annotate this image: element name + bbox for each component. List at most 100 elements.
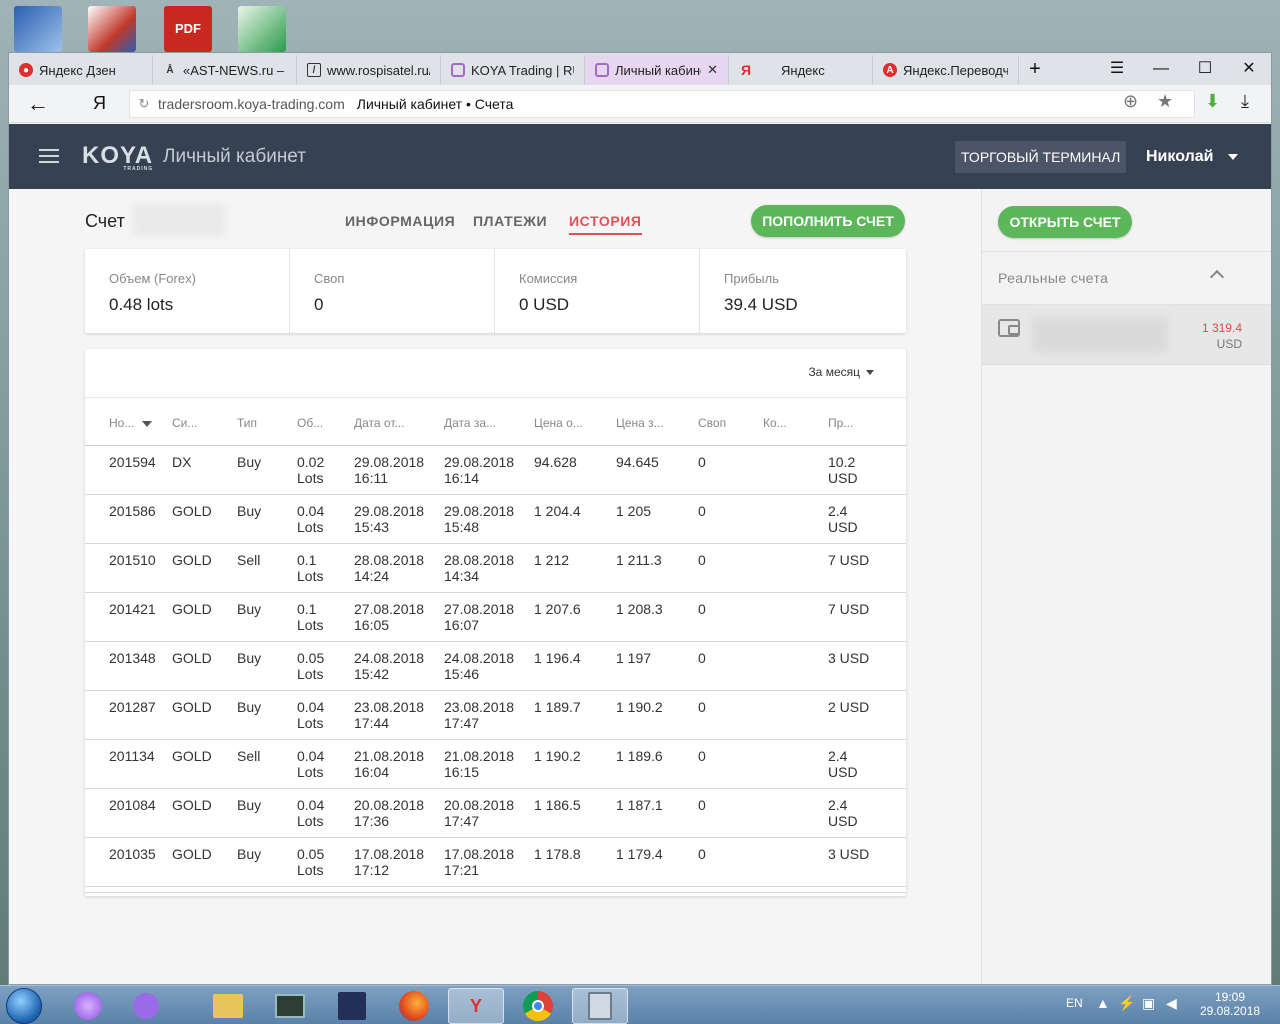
network-icon[interactable]: ▣ xyxy=(1142,995,1155,1012)
word-doc-icon[interactable] xyxy=(14,6,62,52)
account-list-item[interactable]: 1 319.4 USD xyxy=(982,305,1271,365)
tab-information[interactable]: ИНФОРМАЦИЯ xyxy=(345,213,455,229)
tab-cabinet[interactable]: Личный кабине ✕ xyxy=(585,55,729,85)
real-accounts-header[interactable]: Реальные счета xyxy=(982,251,1271,305)
table-cell: 2 USD xyxy=(828,699,869,715)
table-row[interactable]: 201421 GOLD Buy 0.1 Lots 27.08.2018 16:05 27.08… xyxy=(85,593,906,642)
column-header[interactable]: Своп xyxy=(698,416,726,430)
table-row[interactable]: 201287 GOLD Buy 0.04 Lots 23.08.2018 17:44 23.0… xyxy=(85,691,906,740)
clock[interactable]: 19:09 29.08.2018 xyxy=(1200,990,1260,1018)
open-account-button[interactable]: ОТКРЫТЬ СЧЕТ xyxy=(998,206,1132,238)
deposit-button[interactable]: ПОПОЛНИТЬ СЧЕТ xyxy=(751,205,905,237)
table-cell: Buy xyxy=(237,503,261,519)
tab-koya-trading[interactable]: KOYA Trading | RU xyxy=(441,55,585,85)
table-cell: GOLD xyxy=(172,503,212,519)
cell-line: 27.08.2018 xyxy=(444,601,515,617)
app-icon[interactable] xyxy=(88,6,136,52)
shortcut-icon[interactable] xyxy=(238,6,286,52)
start-button[interactable] xyxy=(6,988,42,1024)
tab-yandex-zen[interactable]: ● Яндекс Дзен xyxy=(9,55,153,85)
koya-logo[interactable]: KOYA TRADING xyxy=(82,142,153,172)
cell-line: 17.08.2018 xyxy=(444,846,515,862)
explorer-icon[interactable] xyxy=(200,988,256,1024)
chrome-icon[interactable] xyxy=(510,988,566,1024)
cell-line: 0.1 xyxy=(297,601,317,617)
reload-icon[interactable]: ↻ xyxy=(130,96,158,112)
tab-yandex[interactable]: Я Яндекс xyxy=(729,55,873,85)
table-footer xyxy=(85,892,906,896)
column-header[interactable]: Об... xyxy=(297,416,323,430)
url-field[interactable]: ↻ tradersroom.koya-trading.com Личный ка… xyxy=(129,90,1195,118)
cell-line: 0 xyxy=(698,650,706,666)
download-manager-icon[interactable]: ⬇ xyxy=(1205,91,1220,112)
new-tab-button[interactable]: + xyxy=(1015,57,1055,81)
close-window-icon[interactable]: ✕ xyxy=(1229,57,1269,81)
period-select[interactable]: За месяц xyxy=(808,365,874,379)
chevron-up-icon[interactable] xyxy=(1209,269,1225,285)
table-row[interactable]: 201594 DX Buy 0.02 Lots 29.08.2018 16:11 29.08.… xyxy=(85,446,906,495)
protect-icon[interactable]: ⊕ xyxy=(1123,91,1138,112)
tab-history[interactable]: ИСТОРИЯ xyxy=(569,213,642,235)
tray-expand-icon[interactable]: ▲ xyxy=(1096,995,1110,1011)
close-tab-icon[interactable]: ✕ xyxy=(707,62,718,78)
tab-payments[interactable]: ПЛАТЕЖИ xyxy=(473,213,547,229)
cell-line: DX xyxy=(172,454,192,470)
cell-line: Buy xyxy=(237,699,262,715)
language-indicator[interactable]: EN xyxy=(1066,996,1083,1010)
column-header[interactable]: Но... xyxy=(109,416,153,430)
stat-value: 0.48 lots xyxy=(109,295,174,314)
downloads-icon[interactable]: ⤓ xyxy=(1241,91,1249,112)
column-header[interactable]: Цена о... xyxy=(534,416,583,430)
mic-icon[interactable] xyxy=(118,988,174,1024)
pdf-icon[interactable]: PDF xyxy=(164,6,212,52)
main-content: Счет ИНФОРМАЦИЯ ПЛАТЕЖИ ИСТОРИЯ ПОПОЛНИТ… xyxy=(9,189,981,984)
hamburger-menu-icon[interactable] xyxy=(39,149,59,163)
cell-line: 1 189.7 xyxy=(534,699,581,715)
yandex-home-button[interactable]: Я xyxy=(93,93,106,114)
tab-label: Яндекс.Переводч xyxy=(903,62,1008,78)
user-menu[interactable]: Николай xyxy=(1146,148,1238,166)
column-header[interactable]: Дата за... xyxy=(444,416,496,430)
terminal-icon[interactable] xyxy=(262,988,318,1024)
floppy-icon[interactable] xyxy=(324,988,380,1024)
table-row[interactable]: 201134 GOLD Sell 0.04 Lots 21.08.2018 16:04 21.… xyxy=(85,740,906,789)
tab-rospisatel[interactable]: / www.rospisatel.ru/ xyxy=(297,55,441,85)
trading-terminal-button[interactable]: ТОРГОВЫЙ ТЕРМИНАЛ xyxy=(955,141,1127,173)
column-header[interactable]: Ко... xyxy=(763,416,787,430)
column-header[interactable]: Цена з... xyxy=(616,416,664,430)
table-row[interactable]: 201348 GOLD Buy 0.05 Lots 24.08.2018 15:42 24.0… xyxy=(85,642,906,691)
column-header[interactable]: Дата от... xyxy=(354,416,404,430)
table-cell: 0 xyxy=(698,503,706,519)
column-header[interactable]: Си... xyxy=(172,416,197,430)
table-cell: 1 207.6 xyxy=(534,601,581,617)
table-cell: 0 xyxy=(698,454,706,470)
table-cell: 20.08.2018 17:36 xyxy=(354,797,424,829)
tab-ast-news[interactable]: Å «AST-NEWS.ru – А xyxy=(153,55,297,85)
volume-icon[interactable]: ◀ xyxy=(1166,995,1177,1012)
firefox-icon[interactable] xyxy=(386,988,442,1024)
minimize-icon[interactable]: — xyxy=(1141,57,1181,81)
back-button[interactable]: ← xyxy=(27,91,49,117)
yandex-browser-icon[interactable]: Y xyxy=(448,988,504,1024)
table-row[interactable]: 201035 GOLD Buy 0.05 Lots 17.08.2018 17:12 17.0… xyxy=(85,838,906,887)
maximize-icon[interactable]: ☐ xyxy=(1185,57,1225,81)
bookmark-star-icon[interactable]: ★ xyxy=(1157,91,1173,112)
table-row[interactable]: 201586 GOLD Buy 0.04 Lots 29.08.2018 15:43 29.0… xyxy=(85,495,906,544)
table-cell: 0 xyxy=(698,699,706,715)
table-cell: 20.08.2018 17:47 xyxy=(444,797,514,829)
sort-desc-icon xyxy=(142,420,153,427)
cell-line: Lots xyxy=(297,862,324,878)
column-header[interactable]: Тип xyxy=(237,416,257,430)
cell-line: 3 USD xyxy=(828,846,870,862)
table-row[interactable]: 201084 GOLD Buy 0.04 Lots 20.08.2018 17:36 20.0… xyxy=(85,789,906,838)
alice-icon[interactable] xyxy=(60,988,116,1024)
cell-line: GOLD xyxy=(172,846,212,862)
column-header[interactable]: Пр... xyxy=(828,416,853,430)
menu-icon[interactable]: ☰ xyxy=(1097,57,1137,81)
tab-yandex-translate[interactable]: A Яндекс.Переводч xyxy=(873,55,1019,85)
calculator-icon[interactable] xyxy=(572,988,628,1024)
cell-line: 201134 xyxy=(109,748,155,764)
table-row[interactable]: 201510 GOLD Sell 0.1 Lots 28.08.2018 14:24 28.0… xyxy=(85,544,906,593)
power-icon[interactable]: ⚡ xyxy=(1118,995,1135,1012)
table-cell: 201594 xyxy=(109,454,156,470)
